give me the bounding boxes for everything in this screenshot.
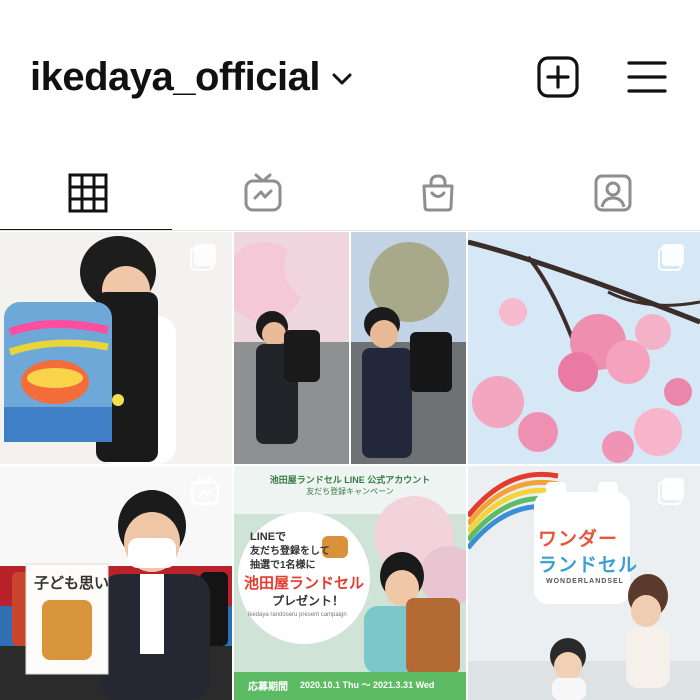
poster-line1: ワンダー [538,529,619,550]
menu-button[interactable] [625,55,669,99]
post-thumbnail[interactable] [468,232,700,464]
carousel-icon [658,478,684,505]
campaign-period-label: 応募期間 [248,682,288,693]
post-thumbnail[interactable]: 子ども思い [0,466,232,700]
poster-line2: ランドセル [538,555,639,576]
campaign-top-line1: 池田屋ランドセル LINE 公式アカウント [269,475,431,485]
profile-username: ikedaya_official [30,55,320,99]
campaign-bubble-line3: 抽選で1名様に [250,560,316,571]
post-thumbnail[interactable] [234,232,466,464]
grid-icon [68,173,107,213]
profile-tabs [0,155,700,231]
campaign-bubble-line2: 友だち登録をして [250,546,330,557]
igtv-icon [190,476,220,506]
account-switcher[interactable]: ikedaya_official [30,52,352,102]
tab-igtv[interactable] [175,155,350,231]
carousel-icon [658,244,684,271]
plus-square-icon [537,56,579,98]
tab-divider [0,230,700,231]
campaign-bubble-small: ikedaya randoseru present campaign [248,612,347,618]
tagged-person-icon [594,174,631,212]
campaign-period: 2020.10.1 Thu ～ 2021.3.31 Wed [300,680,435,690]
post-grid: 子ども思い 池田屋ランドセル LINE 公式アカウント 友だち登録キャンペーン … [0,232,700,700]
campaign-bubble-title: 池田屋ランドセル [244,575,365,592]
new-post-button[interactable] [536,55,580,99]
campaign-bubble-title2: プレゼント！ [272,594,345,608]
post-thumbnail[interactable] [0,232,232,464]
igtv-icon [244,173,281,212]
tab-shop[interactable] [350,155,525,231]
hamburger-menu-icon [627,61,667,93]
tab-tagged[interactable] [525,155,700,231]
tab-grid[interactable] [0,155,175,231]
post-thumbnail[interactable]: ワンダー ランドセル WONDERLANDSEL [468,466,700,700]
chevron-down-icon [332,73,352,85]
post-thumbnail[interactable]: 池田屋ランドセル LINE 公式アカウント 友だち登録キャンペーン LINEで … [234,466,466,700]
carousel-icon [190,244,216,271]
poster-en: WONDERLANDSEL [546,578,624,585]
profile-header: ikedaya_official [0,0,700,150]
post-image [234,232,466,464]
shopping-bag-icon [422,174,453,212]
campaign-top-line2: 友だち登録キャンペーン [306,487,394,496]
brochure-text: 子ども思い [34,575,110,592]
